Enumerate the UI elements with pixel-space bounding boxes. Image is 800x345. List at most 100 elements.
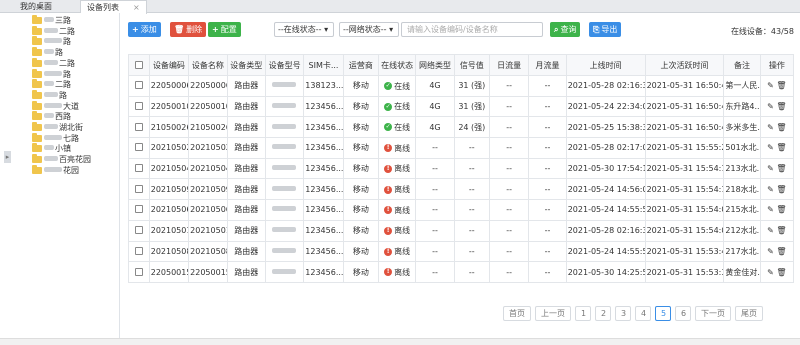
edit-icon[interactable]: ✎ xyxy=(767,164,774,173)
row-checkbox[interactable] xyxy=(134,143,143,152)
table-row[interactable]: 22050006 22050006 路由器 138123... 移动 ✓ 在线 4G 31 (强… xyxy=(128,75,795,97)
sim-cell: 138123... xyxy=(303,75,344,97)
column-header: 备注 xyxy=(723,54,761,76)
trash-icon[interactable]: 🗑 xyxy=(776,123,786,132)
select-all-checkbox-cell[interactable] xyxy=(128,54,150,76)
trash-icon[interactable]: 🗑 xyxy=(776,268,786,277)
table-row[interactable]: 20210502 20210502 路由器 123456... 移动! 离线 -- -- -- -… xyxy=(128,137,795,159)
sidebar-tree-item[interactable]: 三路 xyxy=(32,15,71,26)
row-checkbox-cell[interactable] xyxy=(128,240,150,263)
trash-icon[interactable]: 🗑 xyxy=(776,185,786,194)
config-button[interactable]: + 配置 xyxy=(208,22,241,37)
row-checkbox-cell[interactable] xyxy=(128,95,150,118)
note-cell: 218水北... xyxy=(723,178,761,201)
online-state-select[interactable]: --在线状态-- ▾ xyxy=(274,22,334,37)
sidebar-tree-item[interactable]: 七路 xyxy=(32,132,79,144)
row-checkbox-cell[interactable] xyxy=(128,116,150,139)
name-cell: 20210509 xyxy=(188,178,228,201)
trash-icon[interactable]: 🗑 xyxy=(776,226,786,235)
page-button[interactable]: 2 xyxy=(595,306,611,321)
prev-page-button[interactable]: 上一页 xyxy=(535,306,571,321)
export-button[interactable]: ⎘ 导出 xyxy=(589,22,622,37)
note-cell: 东升路4... xyxy=(723,95,761,118)
folder-icon xyxy=(32,100,42,110)
add-button[interactable]: + 添加 xyxy=(128,22,161,37)
edit-icon[interactable]: ✎ xyxy=(767,268,774,277)
tab-home[interactable]: 我的桌面 xyxy=(14,0,58,13)
edit-icon[interactable]: ✎ xyxy=(767,226,774,235)
edit-icon[interactable]: ✎ xyxy=(767,247,774,256)
tab-device-list[interactable]: 设备列表 × xyxy=(80,0,147,14)
redacted-text xyxy=(44,81,54,87)
row-checkbox[interactable] xyxy=(134,164,143,173)
last-page-button[interactable]: 尾页 xyxy=(735,306,763,321)
row-checkbox[interactable] xyxy=(134,246,143,255)
row-checkbox[interactable] xyxy=(134,267,143,276)
row-checkbox[interactable] xyxy=(134,205,143,214)
row-checkbox[interactable] xyxy=(134,122,143,131)
trash-icon[interactable]: 🗑 xyxy=(776,143,786,152)
table-row[interactable]: 20210504 20210504 路由器 123456... 移动! 离线 -- -- -- -… xyxy=(128,157,795,180)
trash-icon[interactable]: 🗑 xyxy=(776,102,786,111)
sidebar-tree-item[interactable]: 路 xyxy=(32,68,71,80)
table-row[interactable]: 22050010 22050010 路由器 123456... 移动 ✓ 在线 4G 31 (强… xyxy=(128,95,795,118)
table-row[interactable]: 20210509 20210509 路由器 123456... 移动! 离线 -- -- -- -… xyxy=(128,178,795,201)
sidebar-tree-item[interactable]: 大道 xyxy=(32,100,79,112)
row-checkbox[interactable] xyxy=(134,226,143,235)
first-page-button[interactable]: 首页 xyxy=(503,306,531,321)
sidebar-tree-item[interactable]: 路 xyxy=(32,89,67,101)
up-cell: 2021-05-25 15:38:39 xyxy=(565,116,646,139)
row-checkbox-cell[interactable] xyxy=(128,137,150,159)
sidebar-tree-item[interactable]: 路 xyxy=(32,47,63,58)
table-row[interactable]: 20210508 20210508 路由器 123456... 移动! 离线 -- -- -- -… xyxy=(128,240,795,263)
row-checkbox-cell[interactable] xyxy=(128,178,150,201)
sidebar-tree-item[interactable]: 二路 xyxy=(32,79,71,90)
folder-icon xyxy=(32,36,42,46)
sidebar-tree-item[interactable]: 湖北街 xyxy=(32,122,83,133)
network-state-select[interactable]: --网络状态-- ▾ xyxy=(339,22,399,37)
column-header: 上线时间 xyxy=(565,54,646,76)
sidebar-tree-item[interactable]: 花园 xyxy=(32,164,79,176)
edit-icon[interactable]: ✎ xyxy=(767,143,774,152)
edit-icon[interactable]: ✎ xyxy=(767,205,774,214)
sidebar-tree-item[interactable]: 二路 xyxy=(32,25,75,37)
table-row[interactable]: 21050026 21050026 路由器 123456... 移动 ✓ 在线 4G 24 (强… xyxy=(128,116,795,139)
next-page-button[interactable]: 下一页 xyxy=(695,306,731,321)
row-checkbox[interactable] xyxy=(134,184,143,193)
sidebar-tree-item[interactable]: 西路 xyxy=(32,111,71,122)
edit-icon[interactable]: ✎ xyxy=(767,123,774,132)
row-checkbox[interactable] xyxy=(134,102,143,111)
sidebar-tree-item[interactable]: 小镇 xyxy=(32,143,71,154)
row-checkbox-cell[interactable] xyxy=(128,261,150,283)
sidebar-tree-item[interactable]: 二路 xyxy=(32,57,75,69)
row-checkbox-cell[interactable] xyxy=(128,157,150,180)
row-checkbox-cell[interactable] xyxy=(128,219,150,242)
trash-icon[interactable]: 🗑 xyxy=(776,247,786,256)
table-row[interactable]: 20210501 20210501 路由器 123456... 移动! 离线 -- -- -- -… xyxy=(128,219,795,242)
select-all-checkbox[interactable] xyxy=(134,60,143,69)
query-button[interactable]: ⌕ 查询 xyxy=(550,22,581,37)
edit-icon[interactable]: ✎ xyxy=(767,185,774,194)
name-cell: 20210502 xyxy=(188,137,228,159)
table-row[interactable]: 22050015 22050015 路由器 123456... 移动! 离线 -- -- -- -… xyxy=(128,261,795,283)
sidebar-tree-item[interactable]: 百亮花园 xyxy=(32,154,91,165)
page-button[interactable]: 4 xyxy=(635,306,651,321)
delete-button[interactable]: 🗑 删除 xyxy=(170,22,207,37)
trash-icon[interactable]: 🗑 xyxy=(776,164,786,173)
trash-icon[interactable]: 🗑 xyxy=(776,81,786,90)
search-input[interactable]: 请输入设备编码/设备名称 xyxy=(401,22,543,37)
page-button[interactable]: 3 xyxy=(615,306,631,321)
edit-icon[interactable]: ✎ xyxy=(767,102,774,111)
chevron-right-icon[interactable]: ▸ xyxy=(4,151,11,163)
table-row[interactable]: 20210506 20210506 路由器 123456... 移动! 离线 -- -- -- -… xyxy=(128,199,795,221)
page-button[interactable]: 5 xyxy=(655,306,671,321)
row-checkbox-cell[interactable] xyxy=(128,199,150,221)
trash-icon[interactable]: 🗑 xyxy=(776,205,786,214)
page-button[interactable]: 1 xyxy=(575,306,591,321)
page-button[interactable]: 6 xyxy=(675,306,691,321)
edit-icon[interactable]: ✎ xyxy=(767,81,774,90)
row-checkbox-cell[interactable] xyxy=(128,75,150,97)
close-icon[interactable]: × xyxy=(133,3,140,12)
row-checkbox[interactable] xyxy=(134,81,143,90)
sidebar-tree-item[interactable]: 路 xyxy=(32,36,71,47)
